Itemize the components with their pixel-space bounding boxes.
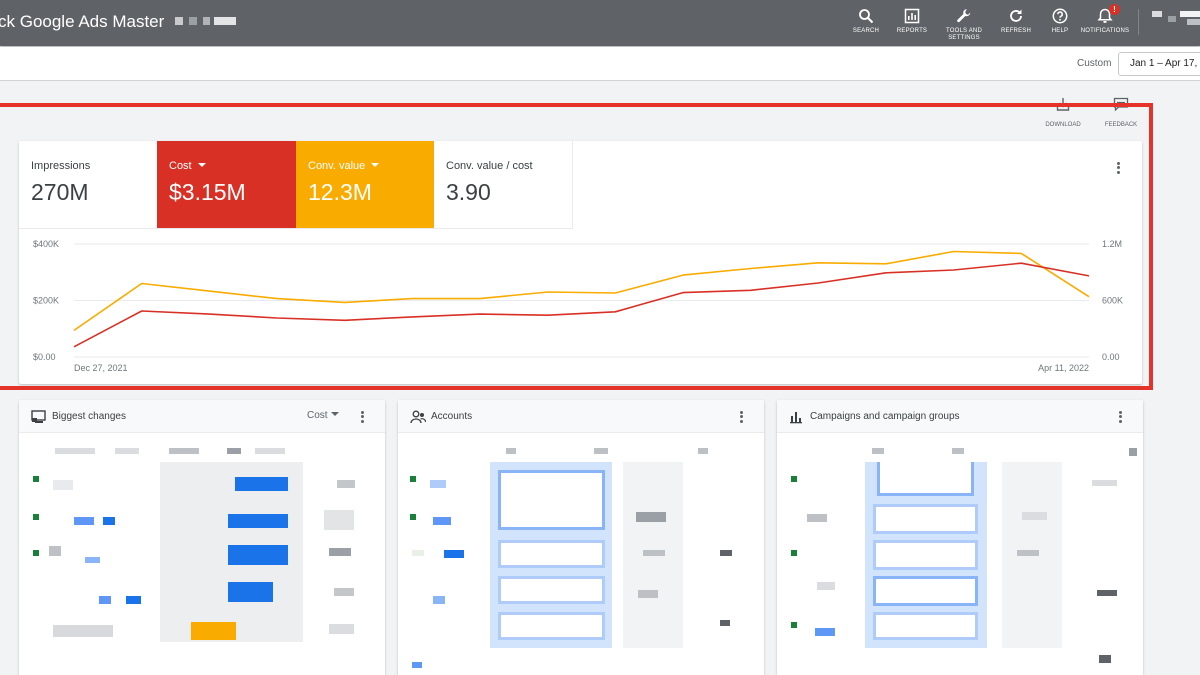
notifications-label: NOTIFICATIONS [1080, 28, 1130, 34]
compare-icon [31, 410, 46, 423]
bar-chart-icon [790, 412, 802, 424]
wrench-icon [957, 9, 971, 23]
card-header: Campaigns and campaign groups [777, 400, 1143, 433]
help-icon [1052, 8, 1068, 24]
redacted-user-account [1168, 16, 1176, 22]
card-header: Biggest changes Cost [19, 400, 385, 433]
search-label: SEARCH [852, 28, 880, 34]
toolbar-divider [1138, 9, 1139, 35]
reports-label: REPORTS [896, 28, 928, 34]
redacted-account-id [214, 17, 236, 25]
card-title: Campaigns and campaign groups [810, 411, 960, 422]
accounts-card: Accounts [398, 400, 764, 675]
redacted-user-account [1187, 19, 1200, 25]
highlight-frame [0, 103, 1153, 390]
accounts-icon [410, 410, 426, 424]
date-range-picker[interactable]: Jan 1 – Apr 17, 2022 [1118, 52, 1200, 76]
reports-button[interactable]: REPORTS [886, 8, 938, 35]
reports-icon [904, 8, 920, 24]
tools-and-settings-button[interactable]: TOOLS AND SETTINGS [938, 8, 990, 42]
top-bar: ck Google Ads Master SEARCH REPORTS TOOL… [0, 0, 1200, 46]
biggest-changes-card: Biggest changes Cost [19, 400, 385, 675]
campaigns-card: Campaigns and campaign groups [777, 400, 1143, 675]
account-title: ck Google Ads Master [0, 12, 165, 31]
sort-dropdown[interactable]: Cost [307, 410, 339, 421]
more-options-icon[interactable] [735, 409, 747, 425]
refresh-icon [1010, 9, 1022, 22]
search-icon [859, 9, 874, 24]
notifications-button[interactable]: ! NOTIFICATIONS [1079, 4, 1131, 35]
redacted-user-account[interactable] [1152, 11, 1162, 17]
more-options-icon[interactable] [356, 409, 368, 425]
redacted-account-id [189, 17, 197, 25]
tools-and-settings-label: TOOLS AND SETTINGS [945, 28, 983, 41]
card-title: Biggest changes [52, 411, 126, 422]
card-title: Accounts [431, 411, 473, 422]
date-range-bar: Custom Jan 1 – Apr 17, 2022 [0, 47, 1200, 81]
redacted-user-account [1180, 11, 1200, 17]
date-range-type: Custom [1077, 58, 1112, 69]
sort-label: Cost [307, 410, 328, 421]
dropdown-caret-icon [330, 412, 339, 416]
search-button[interactable]: SEARCH [840, 8, 892, 35]
card-header: Accounts [398, 400, 764, 433]
redacted-account-id [203, 17, 210, 25]
redacted-account-id [175, 17, 183, 25]
notification-badge: ! [1109, 4, 1120, 15]
more-options-icon[interactable] [1114, 409, 1126, 425]
